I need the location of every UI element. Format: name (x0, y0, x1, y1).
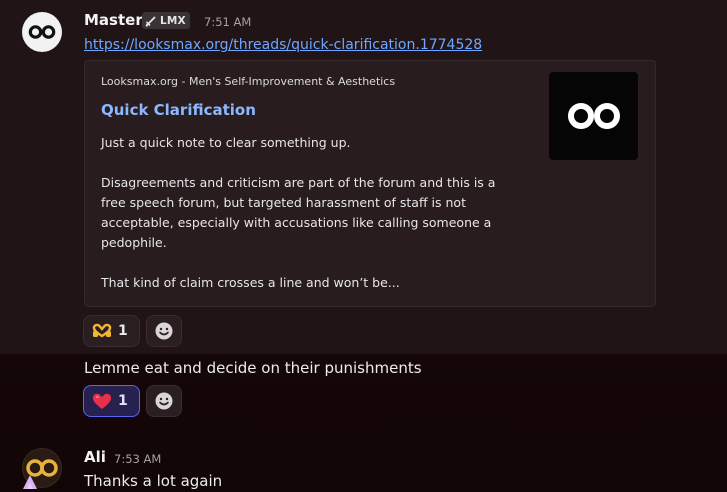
heart-hands-emoji (92, 323, 112, 338)
sword-icon (145, 15, 156, 27)
infinity-logo-icon (567, 103, 620, 129)
timestamp: 7:51 AM (204, 15, 252, 29)
avatar[interactable] (22, 12, 62, 52)
reaction-count: 1 (118, 323, 128, 339)
message-text: Lemme eat and decide on their punishment… (84, 359, 422, 377)
role-tag[interactable]: LMX (142, 12, 190, 29)
avatar-decoration-icon (23, 475, 37, 489)
username[interactable]: Master (84, 11, 143, 29)
red-heart-emoji (92, 393, 112, 409)
smiley-add-icon (155, 322, 173, 340)
embed-description: Just a quick note to clear something up.… (101, 133, 521, 293)
thread-link[interactable]: https://looksmax.org/threads/quick-clari… (84, 37, 482, 53)
smiley-add-icon (155, 392, 173, 410)
infinity-logo-icon (28, 25, 56, 39)
embed-thumbnail[interactable] (549, 72, 638, 160)
timestamp: 7:53 AM (114, 452, 162, 466)
username[interactable]: Ali (84, 448, 106, 466)
embed-title[interactable]: Quick Clarification (101, 101, 256, 119)
add-reaction-button[interactable] (146, 315, 182, 347)
reaction-count: 1 (118, 393, 128, 409)
embed-description-line: Disagreements and criticism are part of … (101, 175, 496, 250)
embed-provider[interactable]: Looksmax.org - Men's Self-Improvement & … (101, 75, 395, 88)
message-text: Thanks a lot again (84, 472, 223, 490)
link-embed: Looksmax.org - Men's Self-Improvement & … (84, 60, 656, 307)
avatar[interactable] (22, 448, 62, 489)
embed-description-line: Just a quick note to clear something up. (101, 135, 351, 150)
reaction-red-heart[interactable]: 1 (83, 385, 140, 417)
chat-view: Master LMX 7:51 AM https://looksmax.org/… (0, 0, 727, 492)
embed-description-line: That kind of claim crosses a line and wo… (101, 275, 400, 290)
role-tag-label: LMX (160, 14, 186, 27)
reaction-heart-hands[interactable]: 1 (83, 315, 140, 347)
add-reaction-button[interactable] (146, 385, 182, 417)
